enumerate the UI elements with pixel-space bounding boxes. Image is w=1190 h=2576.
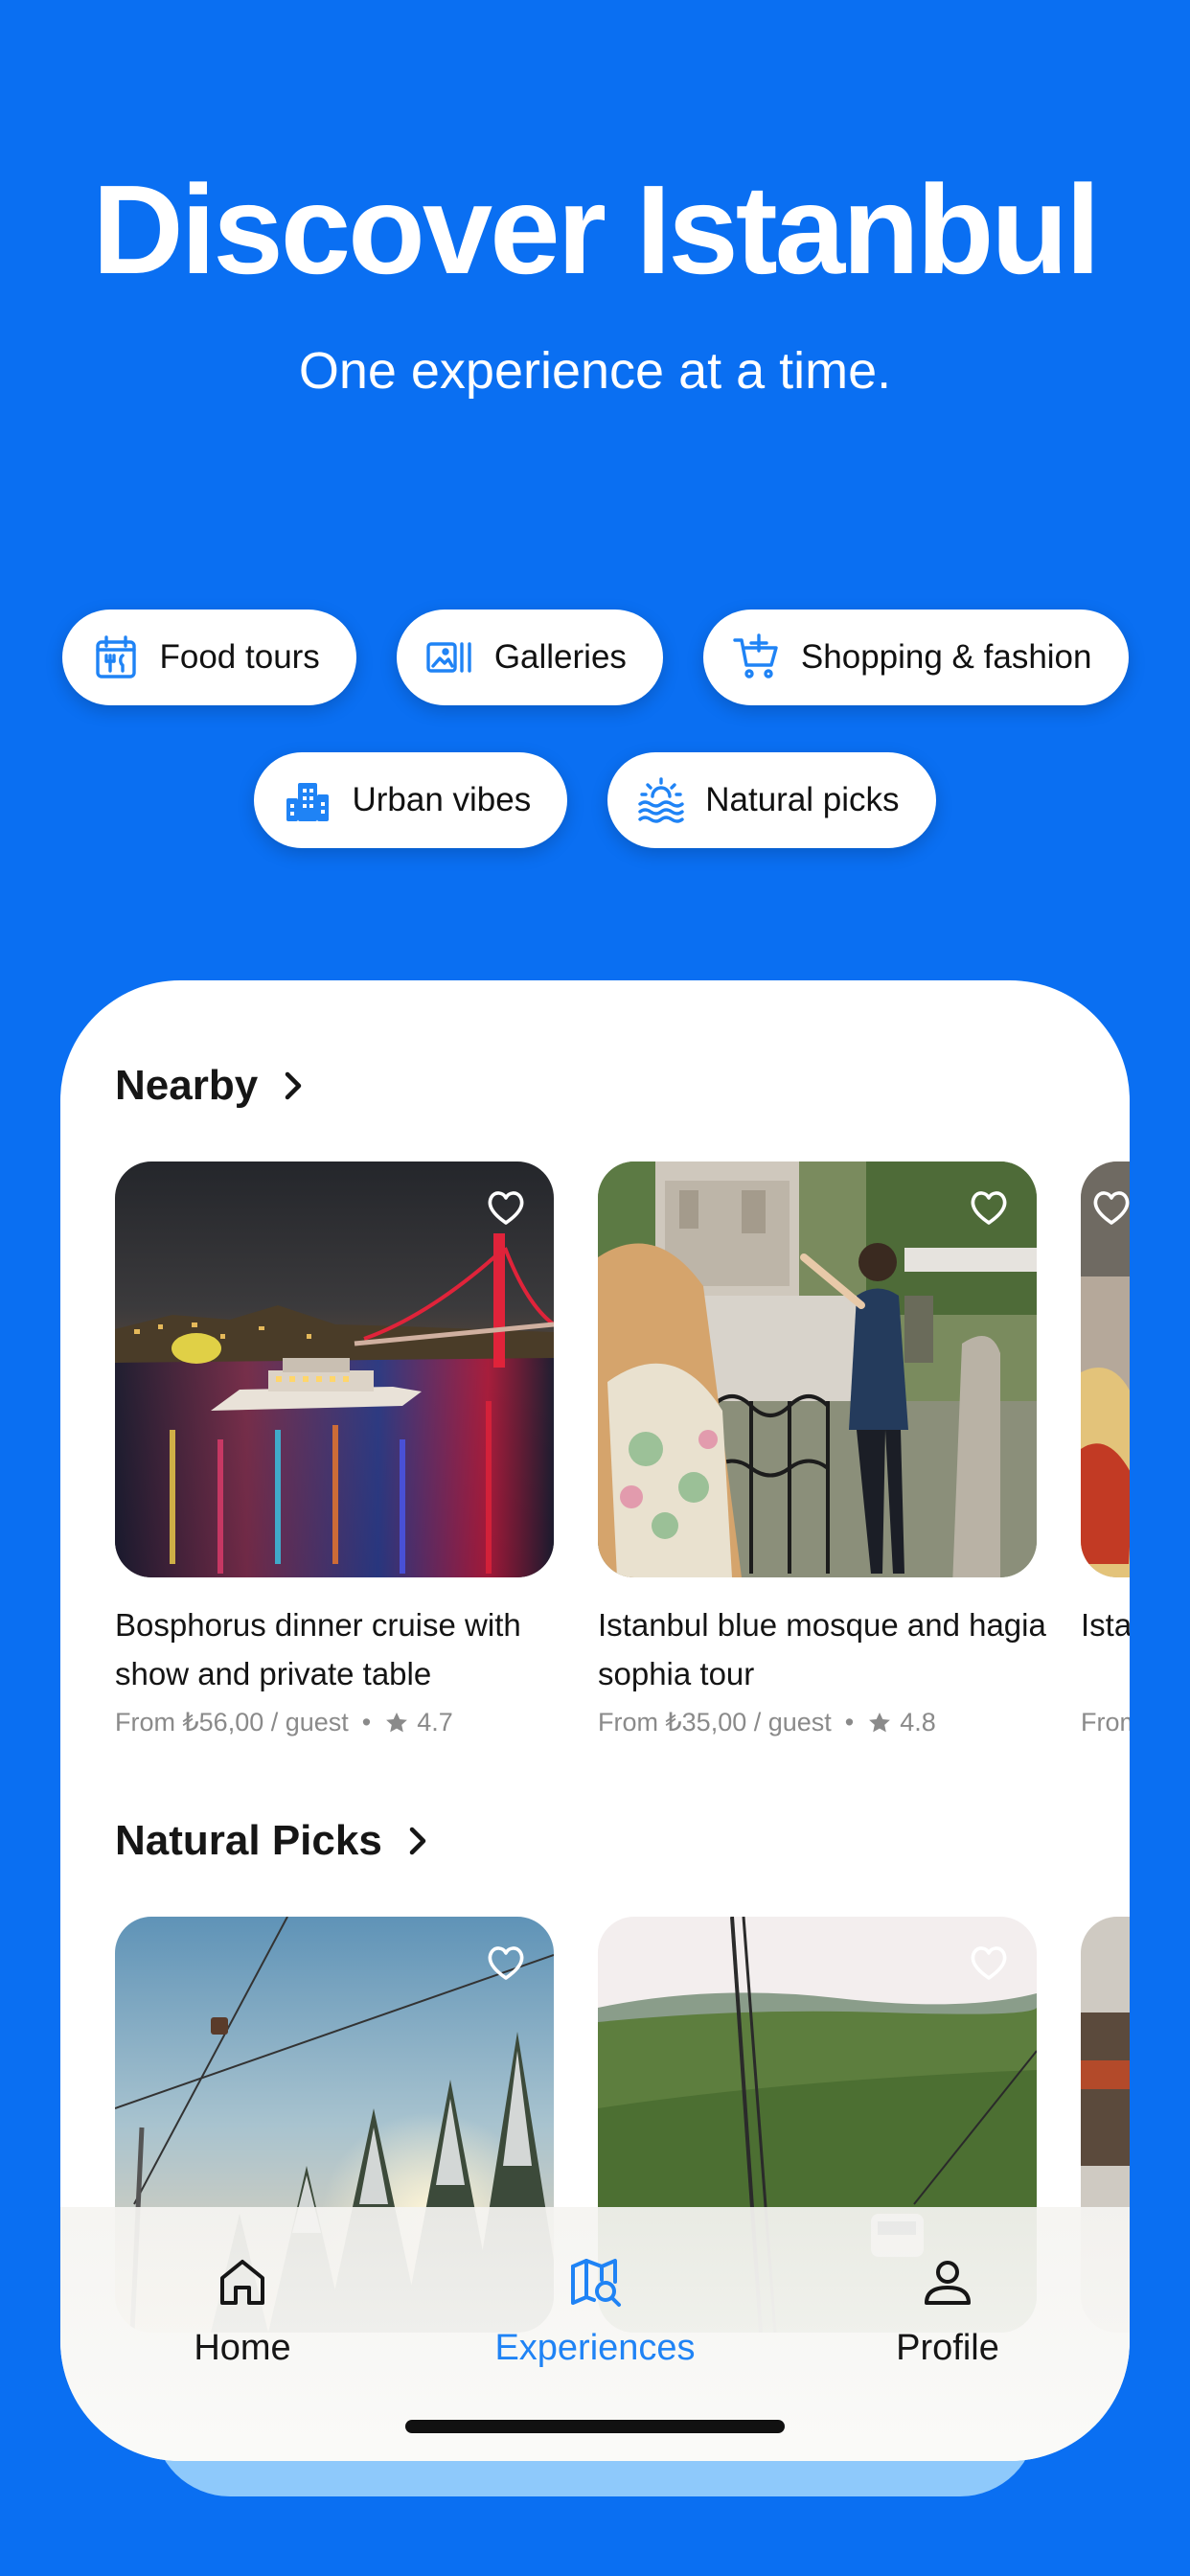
tab-label: Home bbox=[194, 2328, 291, 2368]
home-icon bbox=[220, 2260, 264, 2305]
chip-label: Galleries bbox=[493, 638, 627, 676]
card-meta: From ₺56,00 / guest • 4.7 bbox=[115, 1708, 565, 1737]
tab-experiences[interactable]: Experiences bbox=[470, 2255, 720, 2369]
star-icon bbox=[869, 1712, 891, 1732]
card-price: From ₺56,00 / guest bbox=[115, 1708, 349, 1736]
card-meta: From ₺35,00 / guest • 4.8 bbox=[598, 1708, 1048, 1737]
favorite-heart-icon[interactable] bbox=[485, 1186, 527, 1229]
chip-food-tours[interactable]: Food tours bbox=[61, 610, 356, 705]
chip-natural-picks[interactable]: Natural picks bbox=[607, 752, 936, 848]
card-rating: 4.7 bbox=[417, 1708, 453, 1736]
category-chips-row-1: Food tours Galleries Shopping & fashion bbox=[0, 610, 1190, 705]
chip-galleries[interactable]: Galleries bbox=[396, 610, 663, 705]
gallery-icon bbox=[426, 642, 471, 673]
card-title: Istanbul blue mosque and hagia sophia to… bbox=[598, 1607, 1046, 1691]
card-title: Ista with bbox=[1081, 1607, 1130, 1643]
section-title: Natural Picks bbox=[115, 1817, 382, 1864]
calendar-food-icon bbox=[95, 635, 136, 678]
card-price: From ₺35,00 / guest bbox=[598, 1708, 832, 1736]
sun-waves-icon bbox=[638, 777, 684, 823]
section-nearby-header[interactable]: Nearby bbox=[115, 1062, 309, 1110]
tab-label: Profile bbox=[896, 2328, 999, 2368]
star-icon bbox=[386, 1712, 408, 1732]
chevron-right-icon bbox=[409, 1827, 426, 1855]
tab-label: Experiences bbox=[494, 2328, 696, 2368]
tab-home[interactable]: Home bbox=[118, 2255, 367, 2369]
section-title: Nearby bbox=[115, 1062, 259, 1109]
chevron-right-icon bbox=[285, 1071, 302, 1100]
content-sheet: Nearby Bosphorus dinner cruise with show… bbox=[60, 980, 1130, 2461]
user-icon bbox=[925, 2261, 971, 2305]
buildings-icon bbox=[286, 783, 330, 821]
chip-shopping-fashion[interactable]: Shopping & fashion bbox=[702, 610, 1129, 705]
card-meta: From bbox=[1081, 1708, 1130, 1737]
category-chips-row-2: Urban vibes Natural picks bbox=[0, 752, 1190, 848]
favorite-heart-icon[interactable] bbox=[485, 1942, 527, 1984]
home-indicator[interactable] bbox=[405, 2420, 785, 2433]
cart-add-icon bbox=[733, 633, 778, 678]
meta-separator: • bbox=[361, 1708, 372, 1736]
meta-separator: • bbox=[844, 1708, 855, 1736]
chip-urban-vibes[interactable]: Urban vibes bbox=[254, 752, 568, 848]
chip-label: Food tours bbox=[159, 638, 320, 676]
card-price: From bbox=[1081, 1708, 1130, 1736]
favorite-heart-icon[interactable] bbox=[968, 1942, 1010, 1984]
hero-title: Discover Istanbul bbox=[92, 159, 1100, 300]
chip-label: Urban vibes bbox=[352, 781, 532, 818]
hero-subtitle: One experience at a time. bbox=[298, 342, 892, 400]
favorite-heart-icon[interactable] bbox=[1090, 1186, 1130, 1229]
map-search-icon bbox=[571, 2259, 621, 2307]
tab-profile[interactable]: Profile bbox=[823, 2255, 1072, 2369]
card-rating: 4.8 bbox=[900, 1708, 936, 1736]
favorite-heart-icon[interactable] bbox=[968, 1186, 1010, 1229]
chip-label: Natural picks bbox=[705, 781, 900, 818]
chip-label: Shopping & fashion bbox=[800, 638, 1092, 676]
section-natural-picks-header[interactable]: Natural Picks bbox=[115, 1817, 434, 1865]
card-title: Bosphorus dinner cruise with show and pr… bbox=[115, 1607, 521, 1691]
